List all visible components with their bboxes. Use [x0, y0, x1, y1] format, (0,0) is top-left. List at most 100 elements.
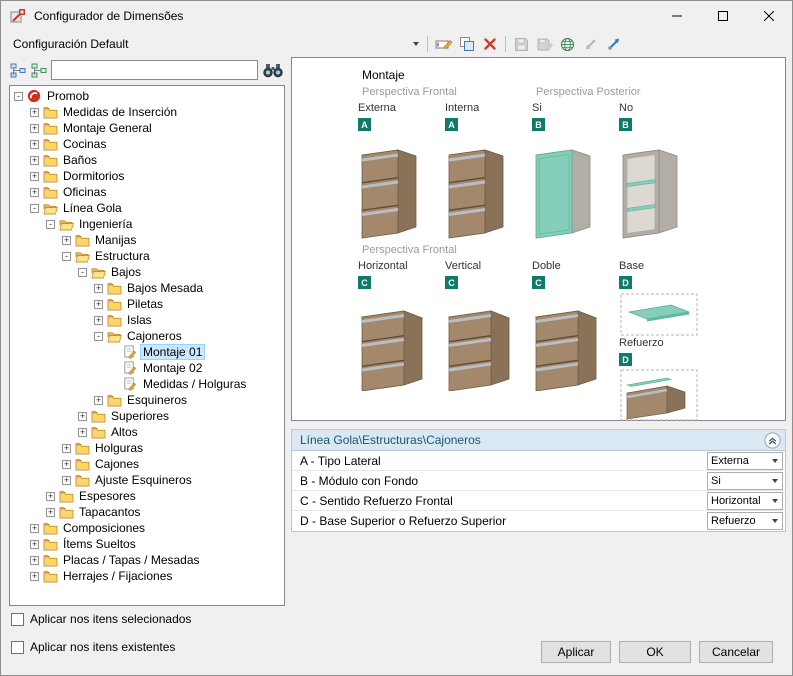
tree-item[interactable]: +Composiciones	[10, 520, 284, 536]
preview-item: NoB	[619, 102, 706, 241]
tree-toggle-icon[interactable]: -	[46, 220, 55, 229]
folder-icon	[75, 234, 91, 247]
tree-item[interactable]: -Ingeniería	[10, 216, 284, 232]
tree-search-input[interactable]	[51, 60, 258, 80]
tree-toggle-icon[interactable]: +	[30, 188, 39, 197]
chevron-down-icon	[768, 513, 782, 529]
tree-toggle-icon[interactable]: +	[94, 396, 103, 405]
tree-toggle-icon[interactable]: -	[30, 204, 39, 213]
property-value-dropdown[interactable]: Horizontal	[707, 492, 783, 510]
tree-toggle-icon[interactable]: +	[30, 540, 39, 549]
tree-toggle-icon[interactable]: +	[78, 428, 87, 437]
close-button[interactable]	[746, 1, 792, 31]
tree-item-label: Estructura	[93, 249, 152, 263]
save-config-icon[interactable]	[510, 33, 533, 55]
tree-toggle-icon[interactable]: +	[78, 412, 87, 421]
tree-toggle-icon[interactable]: +	[94, 316, 103, 325]
tree-item[interactable]: -Bajos	[10, 264, 284, 280]
tree-toggle-icon[interactable]: +	[30, 156, 39, 165]
tree-item-label: Manijas	[93, 233, 138, 247]
ok-button[interactable]: OK	[619, 641, 691, 663]
property-rows: A - Tipo LateralExternaB - Módulo con Fo…	[292, 451, 785, 531]
toolbar-icons	[432, 33, 625, 55]
property-value-dropdown[interactable]: Si	[707, 472, 783, 490]
tree-item[interactable]: +Cocinas	[10, 136, 284, 152]
tree-toggle-icon[interactable]: +	[46, 508, 55, 517]
checkbox-icon[interactable]	[11, 641, 24, 654]
tree-toggle-icon[interactable]: +	[94, 284, 103, 293]
tree-toggle-icon[interactable]: +	[62, 236, 71, 245]
folder-open-icon	[59, 218, 75, 231]
tree-item[interactable]: +Placas / Tapas / Mesadas	[10, 552, 284, 568]
tree-toggle-icon[interactable]: +	[30, 124, 39, 133]
tree-toggle-icon[interactable]: +	[46, 492, 55, 501]
tree-toggle-icon[interactable]: +	[62, 460, 71, 469]
maximize-button[interactable]	[700, 1, 746, 31]
tree-item[interactable]: +Bajos Mesada	[10, 280, 284, 296]
tree-item[interactable]: +Espesores	[10, 488, 284, 504]
tree-item[interactable]: +Esquineros	[10, 392, 284, 408]
duplicate-config-icon[interactable]	[455, 33, 478, 55]
tree-item[interactable]: +Piletas	[10, 296, 284, 312]
tree-item[interactable]: + Manijas	[10, 232, 284, 248]
tree-item[interactable]: +Ajuste Esquineros	[10, 472, 284, 488]
tree-item[interactable]: -Promob	[10, 88, 284, 104]
tree-item[interactable]: +Herrajes / Fijaciones	[10, 568, 284, 584]
property-label: C - Sentido Refuerzo Frontal	[292, 494, 707, 508]
tree-toggle-icon[interactable]: +	[94, 300, 103, 309]
tree-toggle-icon[interactable]: +	[30, 556, 39, 565]
property-value-dropdown[interactable]: Refuerzo	[707, 512, 783, 530]
tree-item[interactable]: +Tapacantos	[10, 504, 284, 520]
tree-item[interactable]: +Holguras	[10, 440, 284, 456]
aplicar-button[interactable]: Aplicar	[541, 641, 611, 663]
cancelar-button[interactable]: Cancelar	[699, 641, 773, 663]
property-grid: Línea Gola\Estructuras\Cajoneros A - Tip…	[291, 429, 786, 532]
tree-toggle-icon[interactable]: +	[30, 572, 39, 581]
checkbox-icon[interactable]	[11, 613, 24, 626]
property-value-dropdown[interactable]: Externa	[707, 452, 783, 470]
delete-config-icon[interactable]	[478, 33, 501, 55]
tree-item[interactable]: Medidas / Holguras	[10, 376, 284, 392]
expand-all-icon[interactable]	[30, 61, 48, 79]
tree-item[interactable]: Montaje 02	[10, 360, 284, 376]
tree-item[interactable]: +Superiores	[10, 408, 284, 424]
tree-item[interactable]: +Islas	[10, 312, 284, 328]
collapse-panel-button[interactable]	[764, 432, 781, 449]
tree-item[interactable]: -Línea Gola	[10, 200, 284, 216]
tree-item[interactable]: +Dormitorios	[10, 168, 284, 184]
publish-web-icon[interactable]	[556, 33, 579, 55]
tree-item[interactable]: +Oficinas	[10, 184, 284, 200]
tree-item[interactable]: - Estructura	[10, 248, 284, 264]
folder-icon	[43, 154, 59, 167]
tree-toggle-icon[interactable]: -	[62, 252, 71, 261]
rename-config-icon[interactable]	[432, 33, 455, 55]
checkbox-aplicar-existentes[interactable]: Aplicar nos itens existentes	[11, 639, 175, 655]
tree-item[interactable]: +Cajones	[10, 456, 284, 472]
save-config-as-icon[interactable]	[533, 33, 556, 55]
tree-toggle-icon[interactable]: -	[78, 268, 87, 277]
config-combo[interactable]: Configuración Default	[9, 33, 423, 55]
collapse-all-icon[interactable]	[9, 61, 27, 79]
tree-item[interactable]: -Cajoneros	[10, 328, 284, 344]
tree-toggle-icon[interactable]: +	[30, 140, 39, 149]
tree-item[interactable]: +Medidas de Inserción	[10, 104, 284, 120]
tree-toggle-icon[interactable]: +	[30, 172, 39, 181]
checkbox-aplicar-selecionados[interactable]: Aplicar nos itens selecionados	[11, 611, 191, 627]
tree-item[interactable]: +Montaje General	[10, 120, 284, 136]
export-config-icon[interactable]	[602, 33, 625, 55]
import-config-icon[interactable]	[579, 33, 602, 55]
tree-toggle-icon[interactable]: +	[62, 476, 71, 485]
tree-toggle-icon[interactable]: -	[14, 92, 23, 101]
tree-toggle-icon[interactable]: +	[30, 524, 39, 533]
tree-item[interactable]: +Ítems Sueltos	[10, 536, 284, 552]
property-value: Si	[708, 475, 768, 487]
tree-item[interactable]: Montaje 01	[10, 344, 284, 360]
tree-item[interactable]: +Altos	[10, 424, 284, 440]
find-binoculars-icon[interactable]	[261, 60, 285, 80]
tree-toggle-icon[interactable]: +	[62, 444, 71, 453]
minimize-button[interactable]	[654, 1, 700, 31]
tree-toggle-icon[interactable]: -	[94, 332, 103, 341]
tree-item[interactable]: +Baños	[10, 152, 284, 168]
page-icon	[123, 377, 139, 391]
tree-toggle-icon[interactable]: +	[30, 108, 39, 117]
